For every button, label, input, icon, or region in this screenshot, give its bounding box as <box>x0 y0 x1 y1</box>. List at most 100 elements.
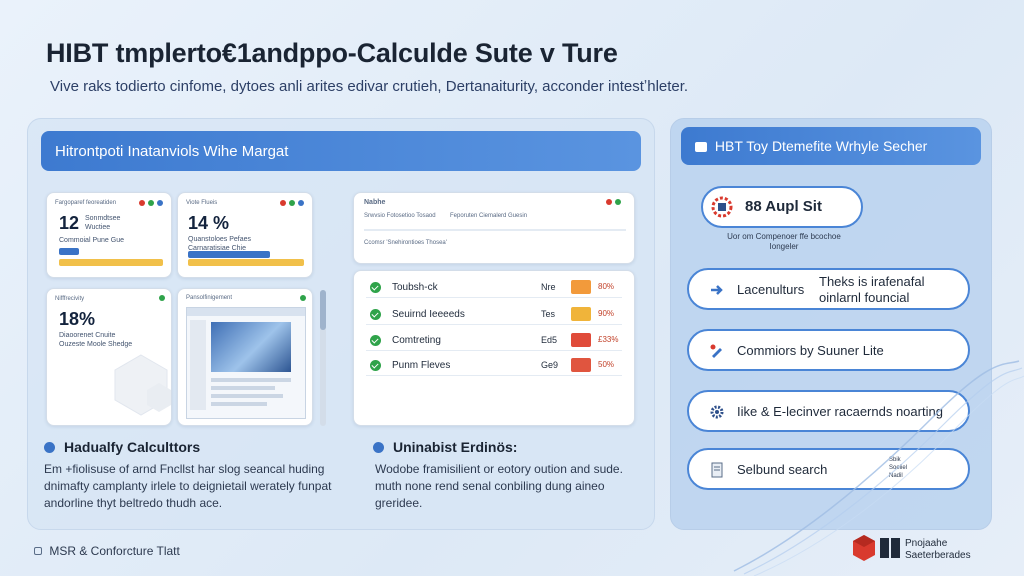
info-card-rule <box>364 229 626 231</box>
stat-card-3-sub1: Diaoorenet Cnuite <box>59 332 116 339</box>
left-panel-header[interactable]: Hitrontpoti Inatanviols Wihe Margat <box>41 131 641 171</box>
section-1-body: Em +fiolisuse of arnd Fncllst har slog s… <box>44 462 332 510</box>
footer: MSR & Conforcture Tlatt <box>34 544 180 558</box>
card-2-dots <box>280 200 304 206</box>
info-card-line-3: Ccomsr 'Snehirontioes Thosea' <box>364 240 447 246</box>
row-pct: £33% <box>598 335 619 344</box>
stat-card-3[interactable]: Nifffrecivity 18% Diaoorenet Cnuite Ouze… <box>46 288 172 426</box>
preview-line-1 <box>211 378 291 382</box>
bullet-icon <box>44 442 55 453</box>
info-card-title: Nabhe <box>364 199 386 206</box>
info-card-dots <box>606 199 621 205</box>
card-2-yellow-bar <box>188 259 304 266</box>
section-2-body: Wodobe framisilient or eotory oution and… <box>375 462 623 510</box>
badge-caption: Uor om Compenoer ffe bcochoe Iongeler <box>727 232 841 251</box>
red-dot <box>139 200 145 206</box>
stat-card-3-sub2: Ouzeste Moole Shedge <box>59 341 133 348</box>
row-pct: 80% <box>598 282 615 291</box>
check-icon <box>370 335 381 346</box>
arrow-icon <box>711 285 723 295</box>
blue-dot <box>298 200 304 206</box>
preview-line-4 <box>211 402 267 406</box>
row-name: Toubsh-ck <box>392 282 438 293</box>
row-pct: 90% <box>598 309 615 318</box>
table-row[interactable]: Seuirnd Ieeeeds Tes 90% <box>366 305 622 325</box>
scrollbar-thumb[interactable] <box>320 290 326 330</box>
red-dot <box>280 200 286 206</box>
stat-card-2-sub1: Quanstoloes Pefaes <box>188 236 252 243</box>
feature-item-1-label: Lacenulturs <box>737 282 805 297</box>
row-col: Ed5 <box>541 335 558 345</box>
badge-icon <box>711 196 733 218</box>
table-row[interactable]: Punm Fleves Ge9 50% <box>366 356 622 376</box>
right-panel-header-text: HBT Toy Dtemefite Wrhyle Secher <box>714 138 928 154</box>
info-card-line-2: Feporuten Ciemalerd Guesin <box>450 213 528 219</box>
scrollbar[interactable] <box>320 290 326 426</box>
preview-line-2 <box>211 386 275 390</box>
stat-card-2-value: 14 % <box>188 213 230 233</box>
row-chip <box>571 358 591 372</box>
row-col: Nre <box>541 282 556 292</box>
check-icon <box>370 360 381 371</box>
pencil-icon <box>710 344 722 358</box>
stat-card-3-value: 18% <box>59 309 96 329</box>
feature-item-1-extra: Theks is irafenafal oinlarnl founcial <box>819 274 925 305</box>
row-col: Ge9 <box>541 360 559 370</box>
brand-line-2: Saeterberades <box>905 550 971 561</box>
row-chip <box>571 333 591 347</box>
brand-line-1: Pnojaahe <box>905 538 948 549</box>
section-2-title: Uninabist Erdinös: <box>393 439 518 455</box>
info-card-line-1: Srwvsio Fotosetioo Tosaod <box>364 213 436 219</box>
stat-card-1-sub1: Sonmdtsee <box>85 215 121 222</box>
card-1-yellow-bar <box>59 259 163 266</box>
brand-logo-icon <box>853 535 900 561</box>
preview-image <box>211 322 291 372</box>
card-2-blue-bar <box>188 251 270 258</box>
check-icon <box>370 282 381 293</box>
footer-text: MSR & Conforcture Tlatt <box>49 544 180 558</box>
red-dot <box>606 199 612 205</box>
card-1-blue-bar <box>59 248 79 255</box>
brand-name: Pnojaahe Saeterberades <box>905 538 971 562</box>
preview-line-3 <box>211 394 283 398</box>
stat-card-3-label: Nifffrecivity <box>55 296 85 302</box>
row-name: Punm Fleves <box>392 360 451 371</box>
blue-dot <box>157 200 163 206</box>
header-icon <box>695 142 707 153</box>
preview-window <box>186 307 306 419</box>
green-dot <box>148 200 154 206</box>
preview-card-label: Pansolfinigement <box>186 295 233 301</box>
feature-item-1[interactable]: Lacenulturs Theks is irafenafal oinlarnl… <box>687 268 970 310</box>
stat-card-2[interactable]: Viote Flueis 14 % Quanstoloes Pefaes Car… <box>177 192 313 278</box>
preview-card[interactable]: Pansolfinigement <box>177 288 313 426</box>
green-dot <box>159 295 165 301</box>
card-1-dots <box>139 200 163 206</box>
page-subtitle: Vive raks todierto cinfome, dytoes anli … <box>50 78 689 95</box>
table-row[interactable]: Toubsh-ck Nre 80% <box>366 278 622 298</box>
row-col: Tes <box>541 309 556 319</box>
row-chip <box>571 280 591 294</box>
section-1-title: Hadualfy Calculttors <box>64 439 201 455</box>
stat-card-1-value: 12 <box>59 213 80 233</box>
table-row[interactable]: Comtreting Ed5 £33% <box>366 331 622 351</box>
stat-card-2-label: Viote Flueis <box>186 200 218 206</box>
green-dot <box>615 199 621 205</box>
check-icon <box>370 309 381 320</box>
bullet-icon <box>373 442 384 453</box>
preview-toolbar <box>187 308 305 316</box>
page-title: HIBT tmplerto€1andppo-Calculde Sute v Tu… <box>46 38 618 68</box>
document-icon <box>711 462 723 478</box>
footer-icon <box>34 547 42 555</box>
stat-card-1-sub2: Wuctiee <box>85 224 111 231</box>
green-dot <box>300 295 306 301</box>
row-pct: 50% <box>598 360 615 369</box>
stat-card-1[interactable]: Fargoparef feoreatiden 12 Sonmdtsee Wuct… <box>46 192 172 278</box>
row-chip <box>571 307 591 321</box>
badge-pill[interactable]: 88 Aupl Sit <box>701 186 863 228</box>
row-name: Seuirnd Ieeeeds <box>392 309 465 320</box>
stat-card-1-sub3: Commoial Pune Gue <box>59 237 124 244</box>
right-panel-header[interactable]: HBT Toy Dtemefite Wrhyle Secher <box>681 127 981 165</box>
gear-icon <box>710 405 724 419</box>
info-card[interactable]: Nabhe Srwvsio Fotosetioo Tosaod Feporute… <box>353 192 635 264</box>
stat-card-1-label: Fargoparef feoreatiden <box>55 200 117 206</box>
